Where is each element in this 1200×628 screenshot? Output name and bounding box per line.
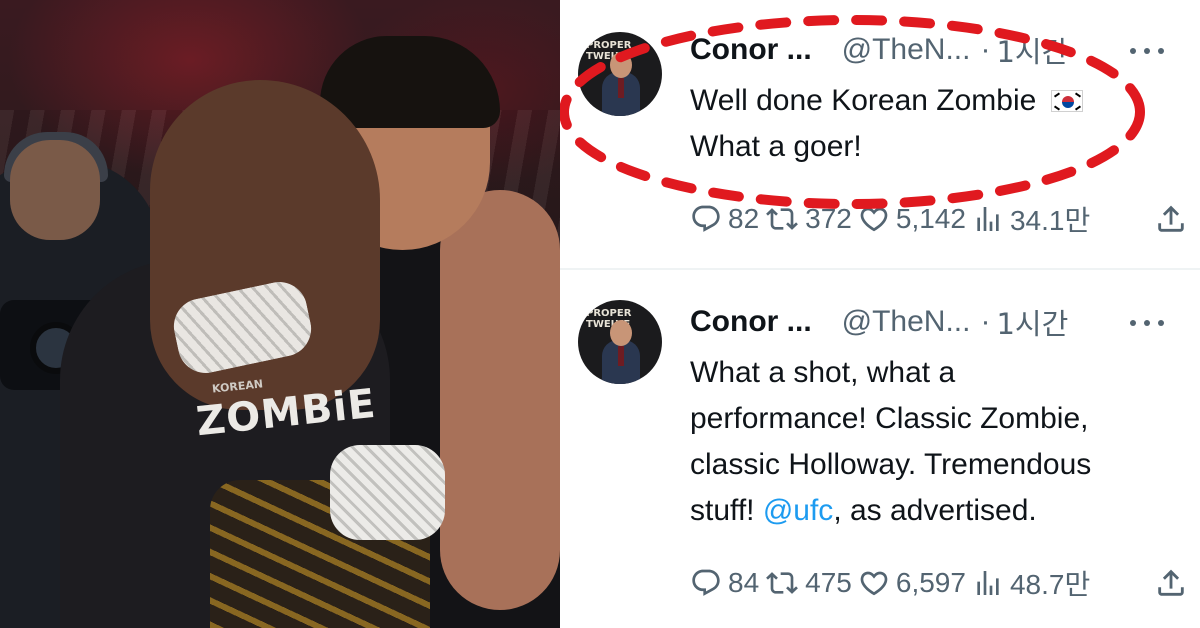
repost-count: 372	[805, 203, 852, 234]
separator-dot: ·	[980, 33, 991, 66]
reply-count: 84	[728, 567, 760, 598]
display-name[interactable]: Conor ...	[690, 305, 812, 339]
avatar-tie	[618, 346, 624, 366]
more-icon[interactable]	[1128, 36, 1168, 66]
display-name[interactable]: Conor ...	[690, 33, 812, 67]
tweet-text-line: classic Holloway. Tremendous	[690, 448, 1092, 481]
tweet-header: Conor ... @TheN... · 1시간	[690, 30, 1068, 70]
tweet[interactable]: PROPER TWELVE Conor ... @TheN... · 1시간 Wh…	[560, 270, 1200, 628]
separator-dot: ·	[980, 305, 991, 338]
reply-icon	[692, 569, 720, 596]
timestamp[interactable]: 1시간	[996, 29, 1068, 71]
tweet-text: What a shot, what a performance! Classic…	[690, 350, 1160, 534]
reply-button[interactable]: 82	[690, 203, 759, 235]
like-button[interactable]: 5,142	[858, 203, 966, 235]
avatar-face	[610, 320, 632, 346]
avatar[interactable]: PROPER TWELVE	[578, 32, 662, 116]
repost-button[interactable]: 475	[765, 567, 852, 599]
repost-icon	[766, 208, 799, 230]
tweet[interactable]: PROPER TWELVE Conor ... @TheN... · 1시간 We…	[560, 0, 1200, 268]
repost-button[interactable]: 372	[765, 203, 852, 235]
share-button[interactable]	[1154, 563, 1190, 603]
tweet-header: Conor ... @TheN... · 1시간	[690, 302, 1068, 342]
share-icon	[1158, 205, 1184, 232]
mention-link[interactable]: @ufc	[763, 494, 833, 527]
avatar-tie	[618, 78, 624, 98]
share-icon	[1158, 569, 1184, 596]
avatar-face	[610, 52, 632, 78]
avatar[interactable]: PROPER TWELVE	[578, 300, 662, 384]
timestamp[interactable]: 1시간	[996, 301, 1068, 343]
repost-icon	[766, 572, 799, 594]
user-handle[interactable]: @TheN...	[842, 305, 971, 339]
south-korea-flag-icon	[1050, 90, 1083, 112]
like-button[interactable]: 6,597	[858, 567, 966, 599]
photo: KOREAN ZOMBiE	[0, 0, 560, 628]
view-count: 34.1만	[1009, 205, 1091, 236]
more-icon[interactable]	[1128, 308, 1168, 338]
tweet-text: Well done Korean Zombie What a goer!	[690, 78, 1160, 170]
tweet-text-line: Well done Korean Zombie	[690, 84, 1037, 117]
cameraman-head	[10, 140, 100, 240]
tweet-text-segment: stuff!	[690, 494, 763, 527]
views-icon	[977, 571, 999, 595]
fighter-hair	[320, 36, 500, 128]
repost-count: 475	[805, 567, 852, 598]
tweet-actions: 82 372 5,142 34.1만	[690, 199, 1096, 239]
tweet-actions: 84 475 6,597 48.7만	[690, 563, 1096, 603]
views-button[interactable]: 34.1만	[972, 199, 1090, 239]
share-button[interactable]	[1154, 199, 1190, 239]
tweet-text-line: What a shot, what a	[690, 356, 956, 389]
like-icon	[860, 571, 888, 596]
like-count: 5,142	[895, 203, 966, 234]
tweet-feed: PROPER TWELVE Conor ... @TheN... · 1시간 We…	[560, 0, 1200, 628]
views-icon	[977, 207, 999, 231]
user-handle[interactable]: @TheN...	[842, 33, 971, 67]
fighter-shoulder	[440, 190, 560, 610]
tweet-text-segment: , as advertised.	[833, 494, 1037, 527]
like-count: 6,597	[895, 567, 966, 598]
reply-icon	[692, 205, 720, 232]
hand-wrap-right	[330, 445, 445, 540]
like-icon	[860, 207, 888, 232]
views-button[interactable]: 48.7만	[972, 563, 1090, 603]
tweet-text-line: performance! Classic Zombie,	[690, 402, 1089, 435]
tweet-text-line: What a goer!	[690, 130, 862, 163]
view-count: 48.7만	[1009, 569, 1091, 600]
reply-count: 82	[728, 203, 760, 234]
reply-button[interactable]: 84	[690, 567, 759, 599]
